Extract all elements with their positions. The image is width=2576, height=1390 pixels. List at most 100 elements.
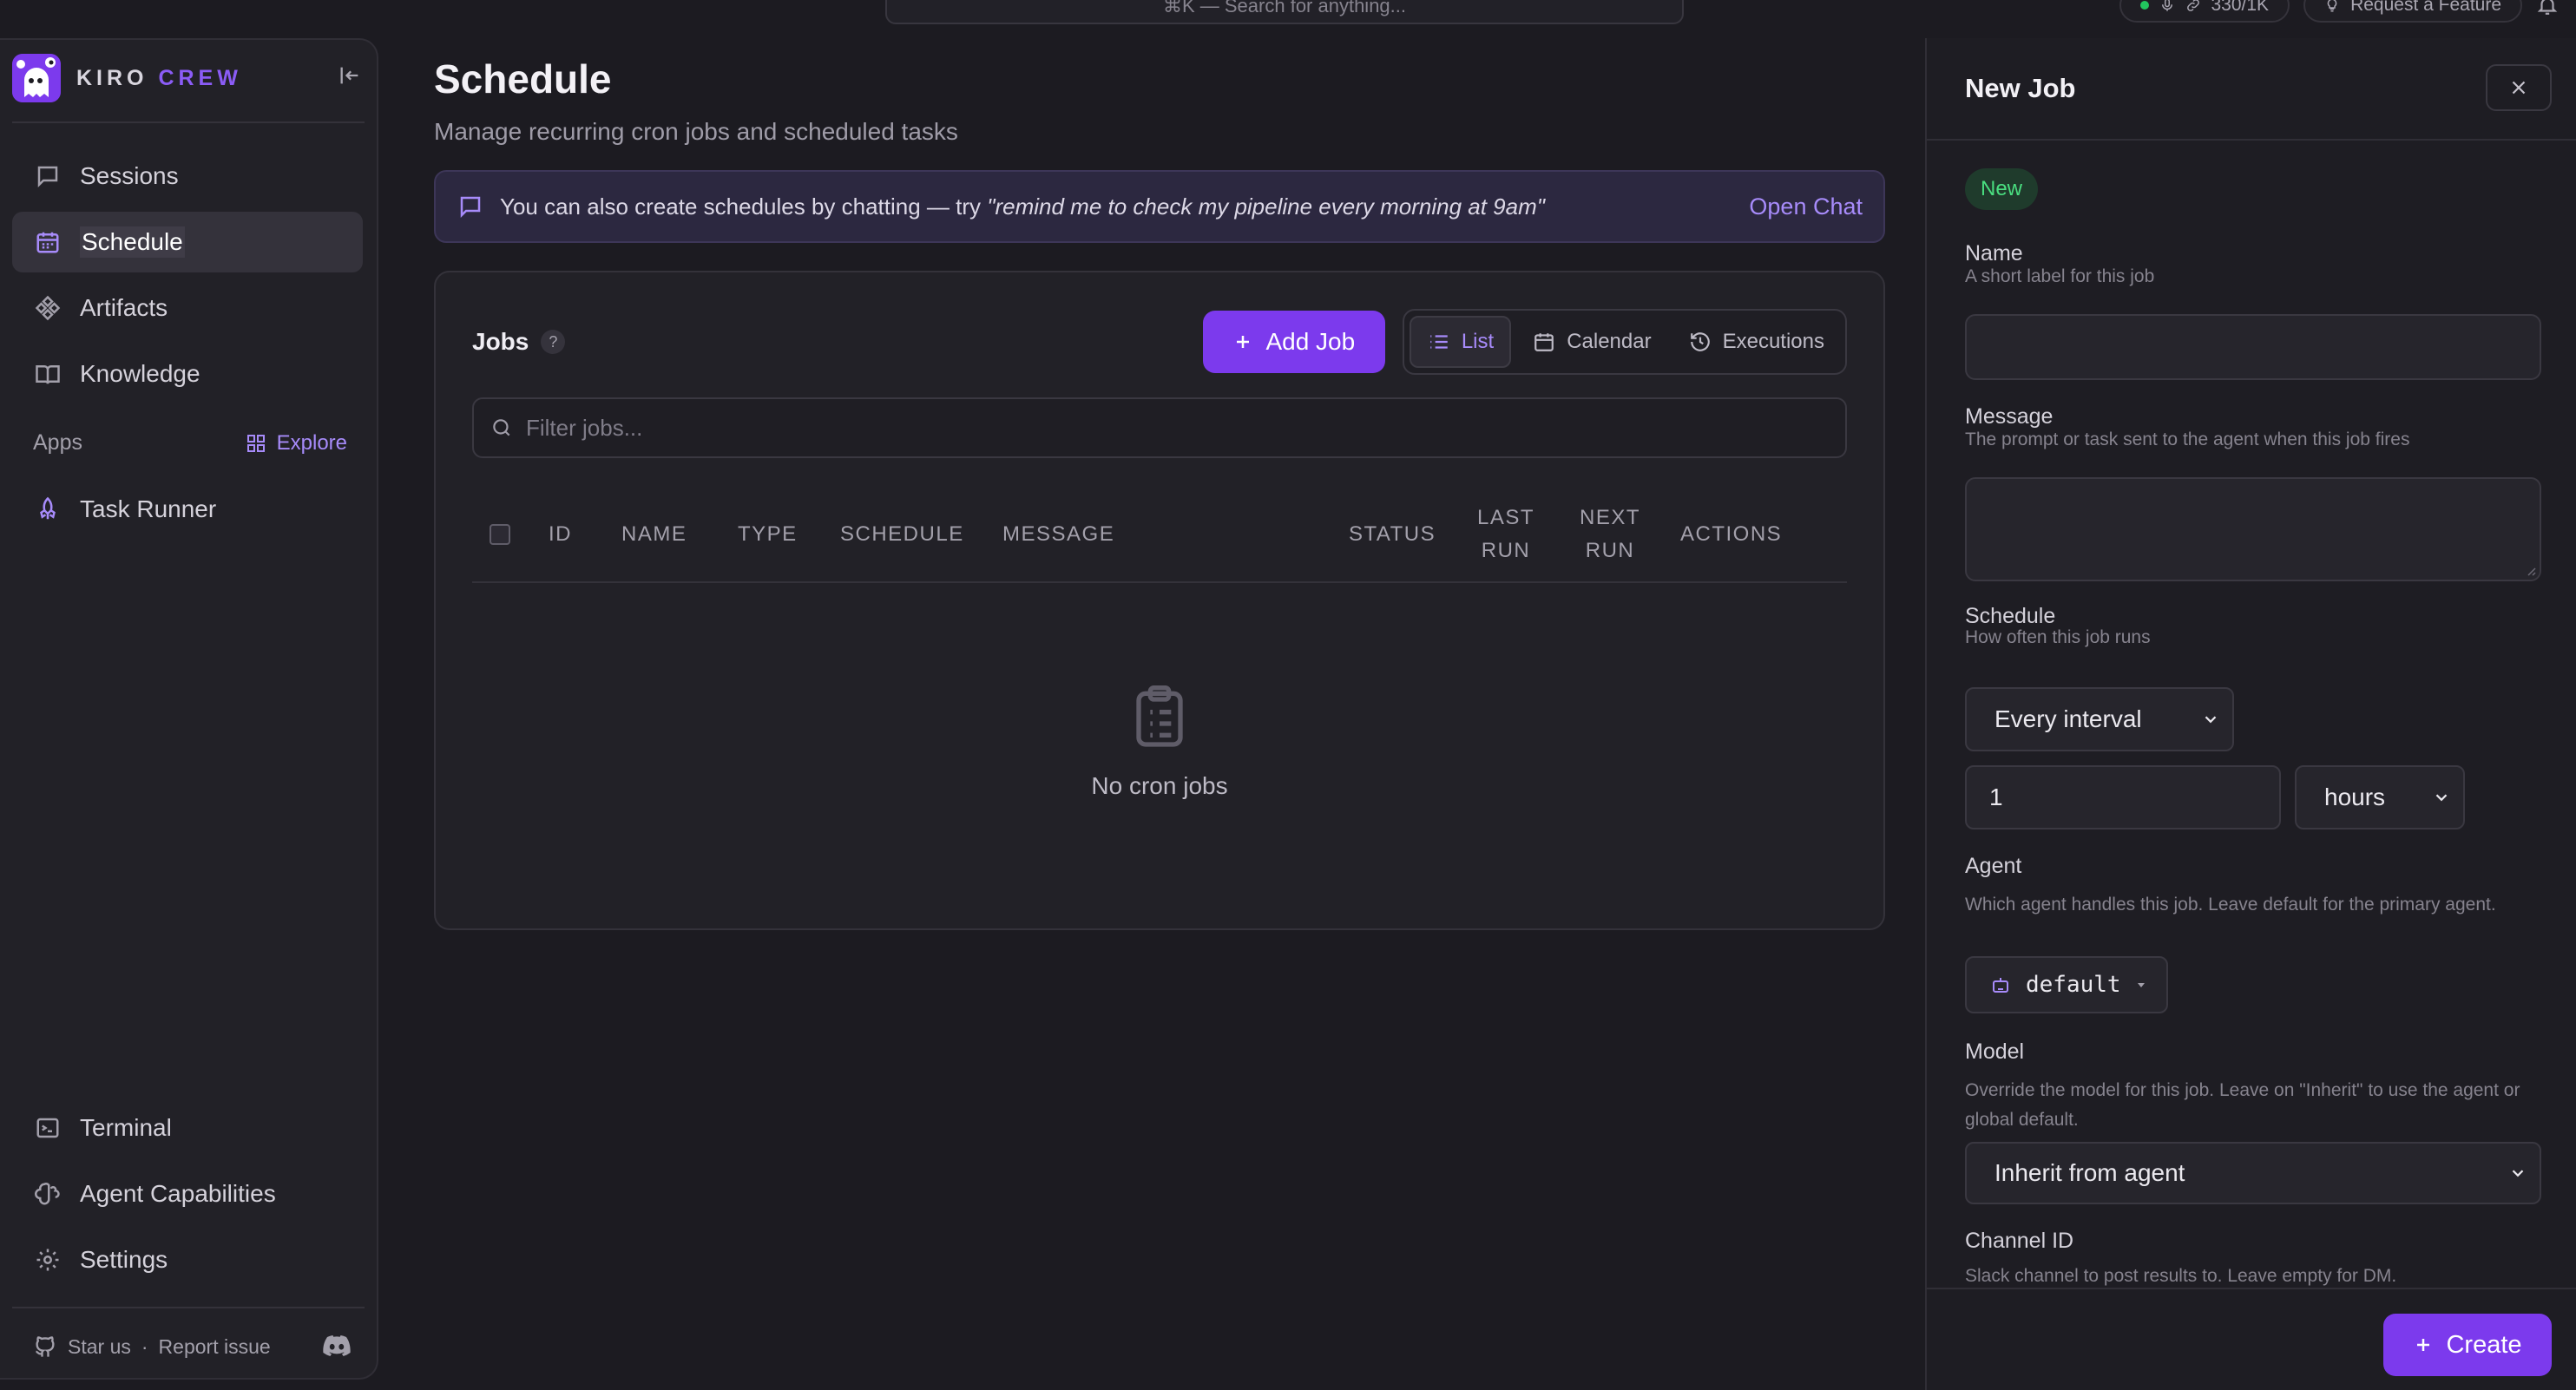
collapse-sidebar-icon[interactable] (335, 61, 365, 90)
column-header-status[interactable]: STATUS (1349, 488, 1436, 581)
sidebar-item-sessions[interactable]: Sessions (12, 146, 363, 207)
filter-placeholder: Filter jobs... (526, 414, 643, 441)
schedule-help: How often this job runs (1965, 627, 2151, 647)
view-calendar-label: Calendar (1567, 330, 1652, 353)
agent-select[interactable]: default (1965, 956, 2168, 1013)
discord-icon[interactable] (323, 1335, 351, 1358)
column-header-last-run[interactable]: LAST RUN (1474, 488, 1538, 581)
close-panel-button[interactable] (2486, 64, 2552, 111)
link-icon (2185, 0, 2201, 13)
view-calendar-button[interactable]: Calendar (1516, 316, 1666, 368)
request-feature-button[interactable]: Request a Feature (2303, 0, 2522, 23)
new-job-panel: New Job New Name A short label for this … (1925, 38, 2576, 1390)
view-toggle: List Calendar Executions (1402, 309, 1847, 375)
column-header-message[interactable]: MESSAGE (1002, 488, 1114, 581)
brand[interactable]: KIRO CREW (12, 52, 242, 104)
column-header-type[interactable]: TYPE (738, 488, 798, 581)
close-icon (2507, 76, 2530, 99)
agent-help: Which agent handles this job. Leave defa… (1965, 895, 2496, 915)
brain-icon (33, 1179, 62, 1209)
online-dot-icon (2139, 1, 2149, 10)
column-header-name[interactable]: NAME (621, 488, 687, 581)
interval-unit-value: hours (2324, 784, 2386, 810)
create-label: Create (2446, 1330, 2522, 1359)
banner-quote: "remind me to check my pipeline every mo… (987, 193, 1545, 220)
sidebar-item-label: Artifacts (80, 294, 168, 321)
sidebar-item-agent-capabilities[interactable]: Agent Capabilities (12, 1164, 363, 1224)
sidebar-item-artifacts[interactable]: Artifacts (12, 278, 363, 338)
empty-state-text: No cron jobs (1091, 772, 1228, 799)
gear-icon (33, 1245, 62, 1275)
column-header-id[interactable]: ID (549, 488, 572, 581)
sidebar-item-terminal[interactable]: Terminal (12, 1098, 363, 1158)
view-list-label: List (1461, 330, 1495, 353)
apps-section-header: Apps Explore (33, 430, 347, 456)
sidebar-item-schedule[interactable]: Schedule (12, 212, 363, 272)
lightbulb-icon (2324, 0, 2340, 13)
model-help: Override the model for this job. Leave o… (1965, 1080, 2520, 1130)
robot-icon (1989, 974, 2012, 996)
select-all-checkbox[interactable] (490, 524, 510, 545)
sidebar-item-label: Knowledge (80, 360, 200, 387)
chat-bubble-icon (33, 161, 62, 191)
report-issue-link[interactable]: Report issue (159, 1335, 271, 1359)
caret-down-icon (2135, 974, 2147, 996)
create-button[interactable]: Create (2383, 1314, 2552, 1376)
github-icon[interactable] (33, 1334, 57, 1359)
sidebar-item-label: Schedule (80, 226, 185, 258)
bell-icon[interactable] (2536, 0, 2559, 16)
usage-count: 330/1K (2211, 0, 2270, 15)
column-header-next-run[interactable]: NEXT RUN (1578, 488, 1642, 581)
message-help: The prompt or task sent to the agent whe… (1965, 429, 2410, 449)
name-help: A short label for this job (1965, 266, 2155, 286)
open-chat-link[interactable]: Open Chat (1749, 193, 1863, 220)
view-list-button[interactable]: List (1409, 316, 1512, 368)
top-bar: ⌘K — Search for anything... 330/1K Reque… (0, 0, 2576, 28)
sidebar-item-label: Sessions (80, 162, 179, 189)
sidebar-item-label: Terminal (80, 1114, 172, 1141)
filter-jobs-input[interactable]: Filter jobs... (472, 397, 1847, 458)
add-job-button[interactable]: Add Job (1202, 311, 1385, 373)
request-feature-label: Request a Feature (2350, 0, 2501, 15)
top-right-controls: 330/1K Request a Feature (2119, 0, 2576, 23)
resize-handle-icon[interactable] (2524, 564, 2536, 576)
interval-value-input[interactable]: 1 (1965, 765, 2281, 829)
explore-label: Explore (276, 430, 347, 455)
schedule-type-select[interactable]: Every interval (1965, 687, 2234, 751)
sidebar-item-label: Settings (80, 1246, 168, 1273)
chevron-down-icon (2508, 1164, 2527, 1183)
sidebar-item-label: Task Runner (80, 495, 217, 522)
model-value: Inherit from agent (1994, 1159, 2185, 1186)
help-icon[interactable]: ? (541, 330, 566, 354)
explore-apps-link[interactable]: Explore (246, 431, 347, 456)
jobs-card: Jobs ? Add Job List Calendar Executions … (434, 271, 1885, 930)
interval-unit-select[interactable]: hours (2295, 765, 2465, 829)
global-search-placeholder: ⌘K — Search for anything... (1162, 0, 1407, 16)
name-input[interactable] (1965, 314, 2541, 380)
apps-nav: Task Runner (12, 479, 363, 545)
artifacts-icon (33, 293, 62, 323)
clipboard-icon (1128, 680, 1191, 753)
column-header-schedule[interactable]: SCHEDULE (840, 488, 964, 581)
chevron-down-icon (2201, 710, 2220, 729)
view-executions-label: Executions (1722, 330, 1824, 353)
sidebar-footer-divider (12, 1307, 365, 1308)
sidebar-bottom-nav: Terminal Agent Capabilities Settings (12, 1098, 363, 1295)
calendar-icon (33, 227, 62, 257)
sidebar-item-task-runner[interactable]: Task Runner (12, 479, 363, 540)
model-select[interactable]: Inherit from agent (1965, 1142, 2541, 1204)
jobs-card-header: Jobs ? Add Job List Calendar Executions (472, 309, 1847, 375)
sidebar-item-settings[interactable]: Settings (12, 1229, 363, 1290)
global-search[interactable]: ⌘K — Search for anything... (885, 0, 1684, 24)
star-us-link[interactable]: Star us (68, 1335, 131, 1359)
history-icon (1688, 330, 1712, 354)
view-executions-button[interactable]: Executions (1672, 316, 1840, 368)
empty-state: No cron jobs (436, 680, 1883, 800)
add-job-label: Add Job (1265, 328, 1356, 355)
status-chip[interactable]: 330/1K (2119, 0, 2290, 23)
panel-header: New Job (1927, 38, 2576, 141)
jobs-table-header: ID NAME TYPE SCHEDULE MESSAGE STATUS LAS… (472, 488, 1847, 583)
schedule-type-value: Every interval (1994, 705, 2142, 732)
sidebar-item-knowledge[interactable]: Knowledge (12, 344, 363, 404)
message-textarea[interactable] (1965, 477, 2541, 581)
